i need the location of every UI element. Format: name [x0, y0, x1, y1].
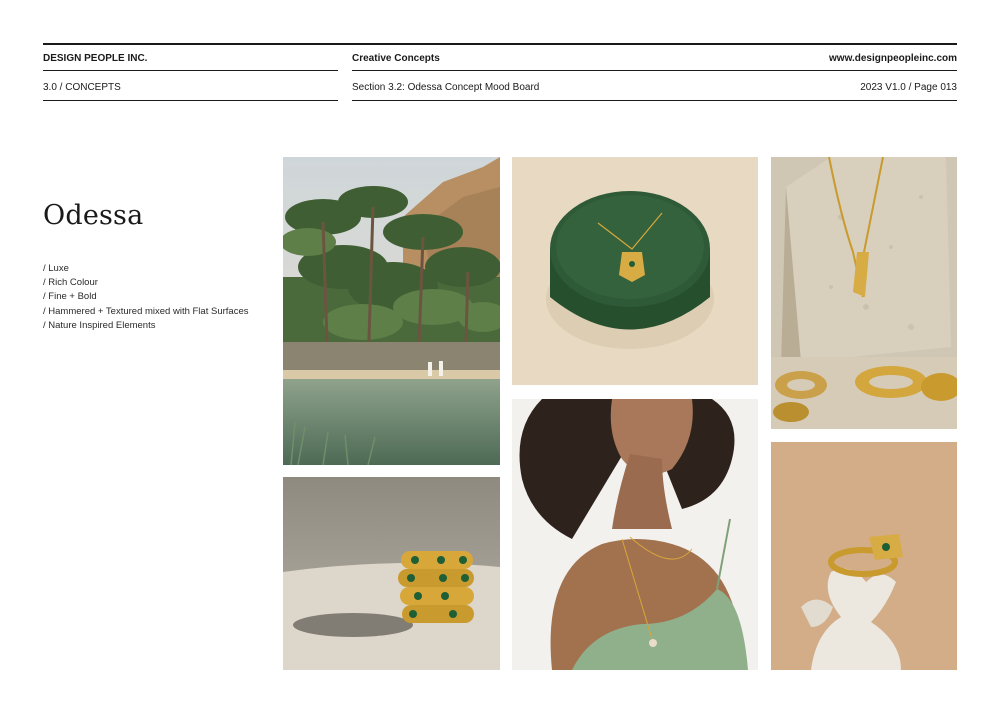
- gold-chain-on-rock-photo: [771, 157, 957, 429]
- concept-attribute: / Luxe: [43, 263, 69, 274]
- website-link[interactable]: www.designpeopleinc.com: [829, 53, 957, 65]
- concept-title: Odessa: [43, 200, 144, 231]
- header-rule-right-2: [352, 100, 957, 101]
- concept-attribute-list: / Luxe / Rich Colour / Fine + Bold / Ham…: [43, 262, 248, 333]
- section-label: Creative Concepts: [352, 53, 440, 64]
- version-page-number: 2023 V1.0 / Page 013: [860, 82, 957, 93]
- company-name: DESIGN PEOPLE INC.: [43, 53, 148, 64]
- stacked-emerald-rings-photo: [283, 477, 500, 670]
- chapter-label: 3.0 / CONCEPTS: [43, 82, 121, 93]
- concept-attribute: / Nature Inspired Elements: [43, 319, 156, 331]
- header-top-rule: [43, 43, 957, 45]
- subsection-title: Section 3.2: Odessa Concept Mood Board: [352, 82, 540, 93]
- header-rule-left-2: [43, 100, 338, 101]
- model-layered-necklace-photo: [512, 399, 758, 670]
- pendant-on-green-pedestal-photo: [512, 157, 758, 385]
- oasis-palms-photo: [283, 157, 500, 465]
- header-rule-right-1: [352, 70, 957, 71]
- concept-attribute: / Hammered + Textured mixed with Flat Su…: [43, 305, 249, 317]
- concept-attribute: / Rich Colour: [43, 277, 98, 289]
- header-rule-left-1: [43, 70, 338, 71]
- signet-ring-on-coral-photo: [771, 442, 957, 670]
- concept-attribute: / Fine + Bold: [43, 291, 97, 303]
